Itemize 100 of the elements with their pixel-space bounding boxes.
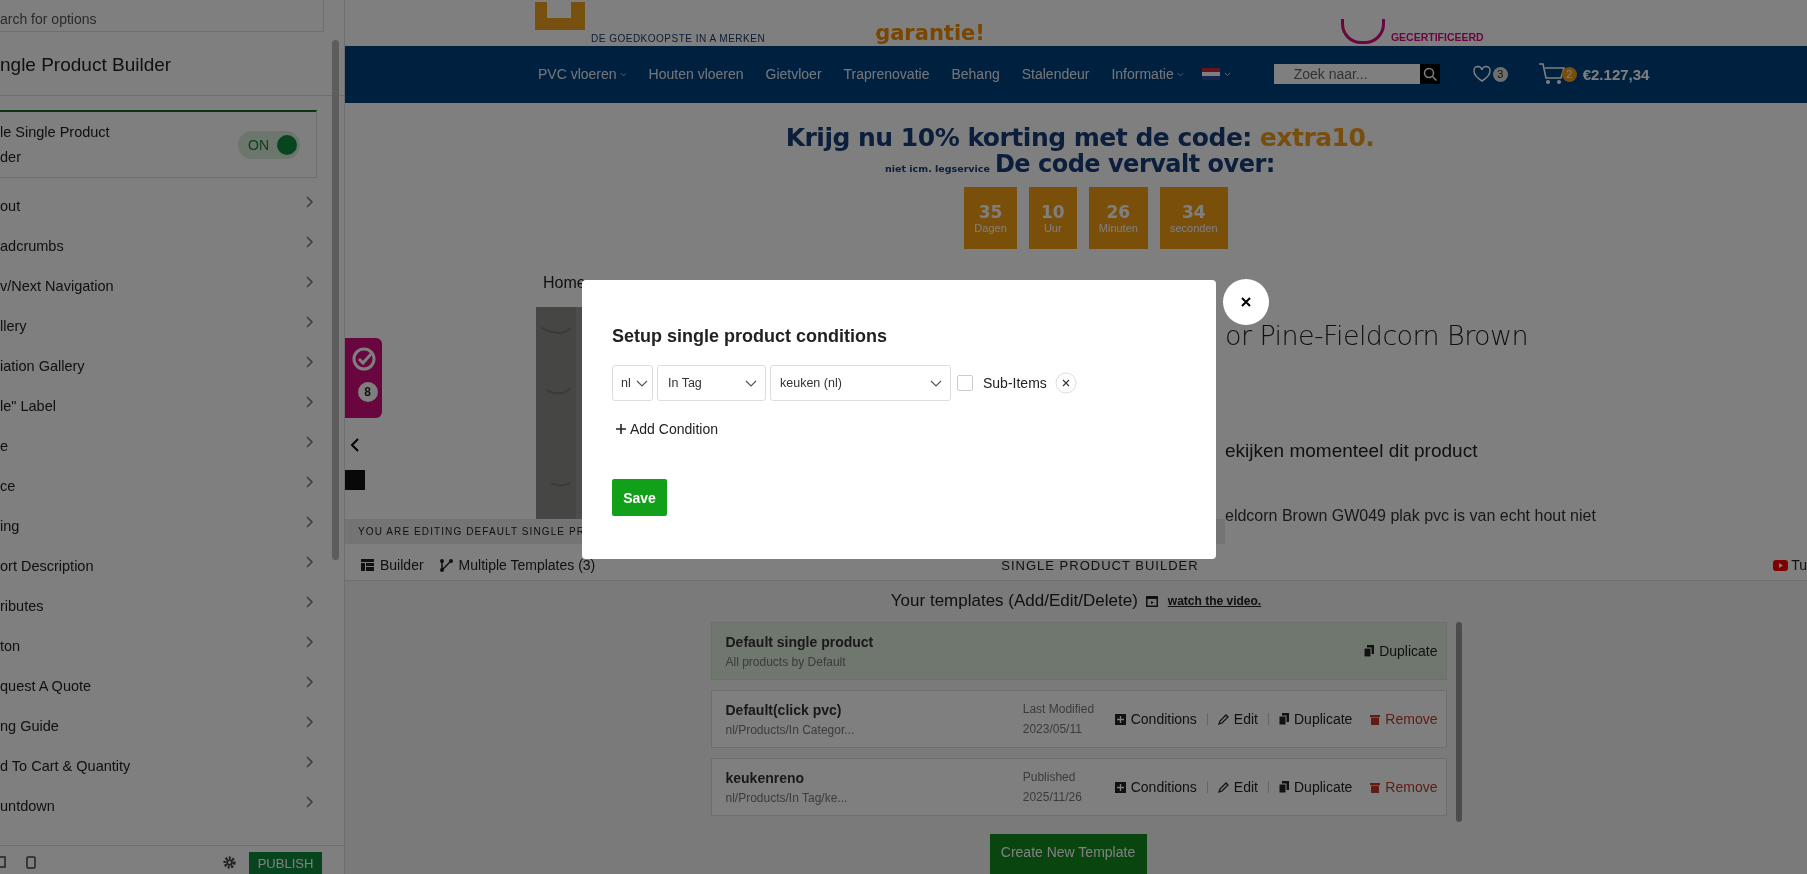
builder-tab[interactable]: Multiple Templates (3) [439,557,596,574]
template-action-link[interactable]: Remove [1370,711,1438,727]
countdown-value: 10 [1040,202,1065,223]
menu-item[interactable]: quest A Quote [0,666,92,706]
nav-link[interactable]: Gietvloer [765,66,822,83]
plus-square-icon [1114,713,1126,725]
template-row[interactable]: keukenreno nl/Products/In Tag/ke... Published 2025/11/26 Conditions Edit Duplicate Remove [710,758,1447,816]
template-action-link[interactable]: Conditions [1114,711,1197,727]
add-condition-link[interactable]: Add Condition [616,421,718,437]
chevron-icon [306,436,314,448]
desktop-icon[interactable] [0,856,6,868]
widget-count: 8 [357,382,378,403]
menu-item[interactable]: untdown [0,786,55,826]
condition-value-select[interactable]: keuken (nl) [770,365,951,401]
dialog-title: Setup single product conditions [612,326,888,348]
template-action-link[interactable]: Duplicate [1279,779,1353,795]
chevron-icon [306,276,314,288]
publish-button[interactable]: PUBLISH [249,852,322,874]
tutorial-link[interactable]: Tu [1773,557,1807,574]
grid-icon [361,559,374,572]
menu-item[interactable]: adcrumbs [0,226,64,266]
menu-item[interactable]: le" Label [0,386,56,426]
template-action-link[interactable]: Remove [1370,779,1438,795]
language-select[interactable]: nl [612,365,653,401]
chevron-icon [306,516,314,528]
cart-total: €2.127,34 [1582,66,1650,83]
menu-item[interactable]: e [0,426,9,466]
copy-icon [1279,781,1289,793]
menu-item[interactable]: ton [0,626,21,666]
menu-item[interactable]: v/Next Navigation [0,266,114,306]
builder-title: SINGLE PRODUCT BUILDER [1001,557,1199,573]
template-name: keukenreno [725,769,806,786]
chevron-icon [306,356,314,368]
nav-link[interactable]: Traprenovatie [843,66,930,83]
cart-icon[interactable] [1537,62,1566,87]
caret-icon [745,379,757,387]
condition-type-select[interactable]: In Tag [657,365,766,401]
promo-subheadline: De code vervalt over: [994,150,1275,179]
wishlist-count: 3 [1492,67,1508,82]
scrollbar[interactable] [1455,622,1462,822]
menu-item[interactable]: ort Description [0,546,94,586]
plus-square-icon [1114,781,1126,793]
countdown-unit: seconden [1169,222,1218,235]
close-icon[interactable] [1223,279,1269,325]
template-action-link[interactable]: Duplicate [1279,711,1353,727]
settings-icon[interactable] [222,854,237,870]
tablet-icon[interactable] [26,855,36,869]
flag-icon[interactable] [1201,68,1232,81]
review-widget[interactable]: 8 [345,338,382,419]
template-action-link[interactable]: Edit [1217,779,1258,795]
copy-icon [1279,713,1289,725]
menu-item[interactable]: out [0,186,21,226]
save-button[interactable]: Save [612,479,667,516]
nav-link[interactable]: Informatie [1111,66,1184,83]
template-action-link[interactable]: Conditions [1114,779,1197,795]
templates-heading: Your templates (Add/Edit/Delete) [890,591,1138,611]
countdown-value: 26 [1106,202,1131,223]
menu-item[interactable]: ce [0,466,16,506]
template-status: Published [1022,770,1077,784]
chevron-icon [306,596,314,608]
menu-item[interactable]: iation Gallery [0,346,85,386]
scrollbar[interactable] [332,40,339,560]
toggle-switch[interactable]: ON [238,130,300,159]
menu-item[interactable]: d To Cart & Quantity [0,746,131,786]
caret-icon [930,379,942,387]
checkbox[interactable] [957,375,973,391]
heart-icon[interactable] [1471,65,1492,84]
nav-link[interactable]: PVC vloeren [538,66,627,83]
create-template-button[interactable]: Create New Template [989,834,1147,874]
chevron-icon [306,756,314,768]
plus-icon [616,424,626,434]
menu-item[interactable]: ng Guide [0,706,59,746]
menu-item[interactable]: ributes [0,586,44,626]
template-date: 2023/05/11 [1022,722,1083,736]
remove-icon[interactable] [1054,372,1077,394]
menu-item[interactable]: llery [0,306,27,346]
nav-link[interactable]: Behang [951,66,1000,83]
video-play-icon [1773,559,1789,571]
template-row[interactable]: Default single product All products by Default Duplicate [710,622,1447,680]
menu-item[interactable]: ing [0,506,20,546]
template-action-link[interactable]: Duplicate [1364,643,1438,659]
template-action-link[interactable]: Edit [1217,711,1258,727]
trash-icon [1370,713,1381,725]
search-field[interactable]: Zoek naar... [1273,64,1420,85]
chevron-icon [306,716,314,728]
builder-tab[interactable]: Builder [361,557,424,574]
chevron-icon [306,476,314,488]
search-field[interactable]: arch for options [0,0,324,32]
search-icon[interactable] [1419,64,1440,85]
nav-link[interactable]: Houten vloeren [648,66,744,83]
chevron-icon [350,438,360,453]
caret-icon [619,72,627,77]
video-link[interactable]: watch the video. [1167,594,1262,608]
chevron-icon [306,636,314,648]
nav-link[interactable]: Stalendeur [1021,66,1090,83]
template-date: 2025/11/26 [1022,790,1083,804]
template-row[interactable]: Default(click pvc) nl/Products/In Categor... Last Modified 2023/05/11 Conditions Edit Duplicate Remove [710,690,1447,748]
countdown-unit: Dagen [974,222,1007,235]
caret-icon [1176,72,1184,77]
promo-headline: Krijg nu 10% korting met de code: [785,123,1252,153]
